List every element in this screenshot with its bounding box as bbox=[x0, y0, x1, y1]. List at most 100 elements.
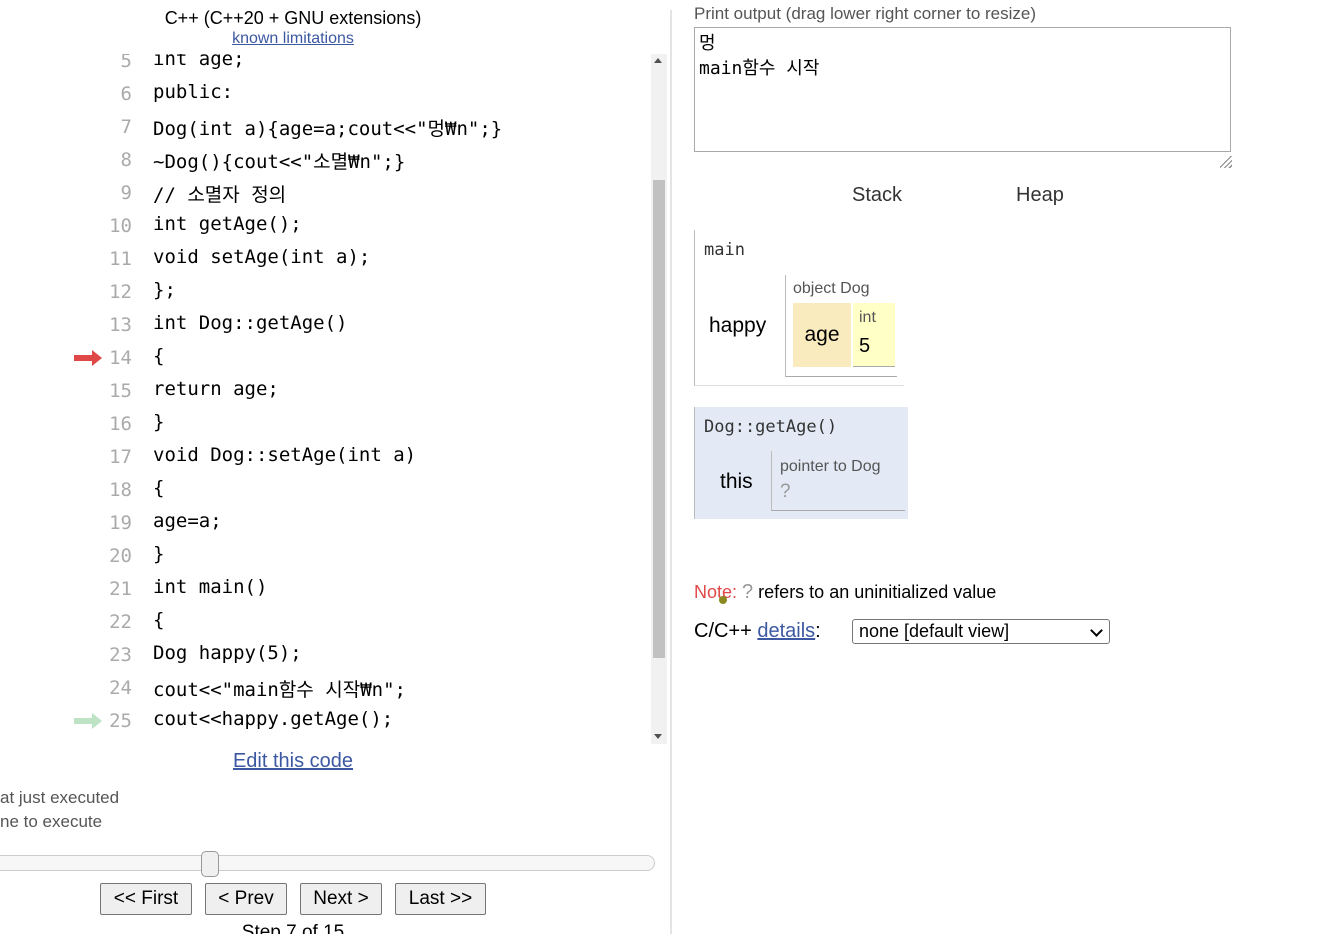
pointer-type-label: pointer to Dog bbox=[780, 458, 881, 475]
line-code: // 소멸자 정의 bbox=[153, 184, 287, 206]
line-number[interactable]: 6 bbox=[100, 83, 132, 105]
code-line: 14 { bbox=[0, 340, 650, 373]
code-line: 11 void setAge(int a); bbox=[0, 241, 650, 274]
line-number[interactable]: 24 bbox=[100, 677, 132, 699]
code-line: 19 age=a; bbox=[0, 505, 650, 538]
line-code: cout<<"main함수 시작₩n"; bbox=[153, 679, 406, 701]
step-counter: Step 7 of 15 bbox=[241, 922, 345, 934]
line-number[interactable]: 15 bbox=[100, 380, 132, 402]
line-code: public: bbox=[153, 81, 234, 103]
object-dog: object Dog age int 5 bbox=[785, 275, 897, 377]
details-link[interactable]: details bbox=[757, 620, 815, 642]
code-line: 24 cout<<"main함수 시작₩n"; bbox=[0, 670, 650, 703]
step-slider-handle[interactable] bbox=[201, 851, 219, 877]
line-code: }; bbox=[153, 279, 176, 301]
code-scrollbar[interactable] bbox=[651, 54, 667, 744]
line-number[interactable]: 18 bbox=[100, 479, 132, 501]
view-mode-select[interactable]: none [default view] bbox=[852, 619, 1110, 644]
note-text: refers to an uninitialized value bbox=[753, 582, 997, 602]
prev-button[interactable]: < Prev bbox=[205, 883, 287, 915]
note-label: Note: bbox=[694, 582, 738, 602]
pointer-value: ? bbox=[780, 481, 791, 502]
code-line: 6 public: bbox=[0, 76, 650, 109]
code-line: 8 ~Dog(){cout<<"소멸₩n";} bbox=[0, 142, 650, 175]
line-code: } bbox=[153, 411, 165, 433]
line-number[interactable]: 16 bbox=[100, 413, 132, 435]
code-line: 23 Dog happy(5); bbox=[0, 637, 650, 670]
line-number[interactable]: 23 bbox=[100, 644, 132, 666]
next-button[interactable]: Next > bbox=[300, 883, 382, 915]
code-line: 15 return age; bbox=[0, 373, 650, 406]
scroll-up-icon[interactable] bbox=[654, 58, 662, 63]
scroll-down-icon[interactable] bbox=[654, 734, 662, 739]
code-line: 17 void Dog::setAge(int a) bbox=[0, 439, 650, 472]
field-type-label: int bbox=[859, 309, 876, 326]
stack-frame-main: main happy object Dog age int 5 bbox=[694, 230, 904, 386]
line-code: age=a; bbox=[153, 510, 222, 532]
scrollbar-thumb[interactable] bbox=[653, 180, 665, 658]
line-number[interactable]: 17 bbox=[100, 446, 132, 468]
cpp-details-label: C/C++ details: bbox=[694, 620, 821, 643]
code-line: 10 int getAge(); bbox=[0, 208, 650, 241]
last-button[interactable]: Last >> bbox=[395, 883, 486, 915]
code-line: 21 int main() bbox=[0, 571, 650, 604]
print-output-label: Print output (drag lower right corner to… bbox=[694, 4, 1037, 23]
code-line: 18 { bbox=[0, 472, 650, 505]
code-line: 25 cout<<happy.getAge(); bbox=[0, 703, 650, 736]
line-code: ~Dog(){cout<<"소멸₩n";} bbox=[153, 151, 406, 173]
line-code: cout<<happy.getAge(); bbox=[153, 708, 394, 730]
line-number[interactable]: 12 bbox=[100, 281, 132, 303]
code-line: 9 // 소멸자 정의 bbox=[0, 175, 650, 208]
line-code: return age; bbox=[153, 378, 279, 400]
line-code: } bbox=[153, 543, 165, 565]
line-number[interactable]: 13 bbox=[100, 314, 132, 336]
stack-frame-getage: Dog::getAge() this pointer to Dog ? bbox=[694, 407, 908, 519]
line-number[interactable]: 7 bbox=[100, 116, 132, 138]
cursor-dot bbox=[719, 596, 727, 604]
line-number[interactable]: 20 bbox=[100, 545, 132, 567]
line-code: Dog happy(5); bbox=[153, 642, 302, 664]
line-code: void Dog::setAge(int a) bbox=[153, 444, 417, 466]
stack-heading: Stack bbox=[852, 184, 903, 206]
resize-grip-icon[interactable] bbox=[1220, 156, 1232, 168]
field-value: 5 bbox=[859, 335, 871, 357]
first-button[interactable]: << First bbox=[100, 883, 192, 915]
code-line: 13 int Dog::getAge() bbox=[0, 307, 650, 340]
pane-divider[interactable] bbox=[670, 10, 672, 934]
details-prefix: C/C++ bbox=[694, 620, 758, 642]
line-code: Dog(int a){age=a;cout<<"멍₩n";} bbox=[153, 118, 503, 140]
line-code: { bbox=[153, 477, 165, 499]
field-value-cell: int 5 bbox=[853, 303, 895, 367]
frame-name: Dog::getAge() bbox=[704, 417, 838, 437]
uninitialized-symbol: ? bbox=[742, 581, 754, 603]
print-output-box[interactable]: 멍 main함수 시작 bbox=[694, 27, 1231, 152]
code-line: 22 { bbox=[0, 604, 650, 637]
line-number[interactable]: 8 bbox=[100, 149, 132, 171]
line-number[interactable]: 19 bbox=[100, 512, 132, 534]
line-number[interactable]: 11 bbox=[100, 248, 132, 270]
legend-just-executed: at just executed bbox=[0, 788, 120, 807]
line-number[interactable]: 21 bbox=[100, 578, 132, 600]
code-line: 5 int age; bbox=[0, 54, 650, 76]
field-name: age bbox=[793, 303, 851, 367]
line-code: int Dog::getAge() bbox=[153, 312, 348, 334]
line-number[interactable]: 9 bbox=[100, 182, 132, 204]
code-line: 16} bbox=[0, 406, 650, 439]
line-number[interactable]: 22 bbox=[100, 611, 132, 633]
line-number[interactable]: 14 bbox=[100, 347, 132, 369]
edit-code-link[interactable]: Edit this code bbox=[0, 750, 586, 773]
line-code: { bbox=[153, 609, 165, 631]
language-title: C++ (C++20 + GNU extensions) bbox=[164, 8, 422, 28]
step-slider[interactable] bbox=[0, 855, 655, 871]
frame-name: main bbox=[704, 240, 745, 260]
details-suffix: : bbox=[815, 620, 821, 642]
line-number[interactable]: 25 bbox=[100, 710, 132, 732]
variable-name: this bbox=[720, 470, 753, 493]
view-mode-selected: none [default view] bbox=[859, 621, 1010, 641]
line-number[interactable]: 10 bbox=[100, 215, 132, 237]
line-number[interactable]: 5 bbox=[100, 54, 132, 72]
known-limitations-link[interactable]: known limitations bbox=[0, 30, 586, 48]
line-code: int age; bbox=[153, 54, 245, 70]
object-type-label: object Dog bbox=[793, 280, 870, 297]
line-code: int main() bbox=[153, 576, 268, 598]
